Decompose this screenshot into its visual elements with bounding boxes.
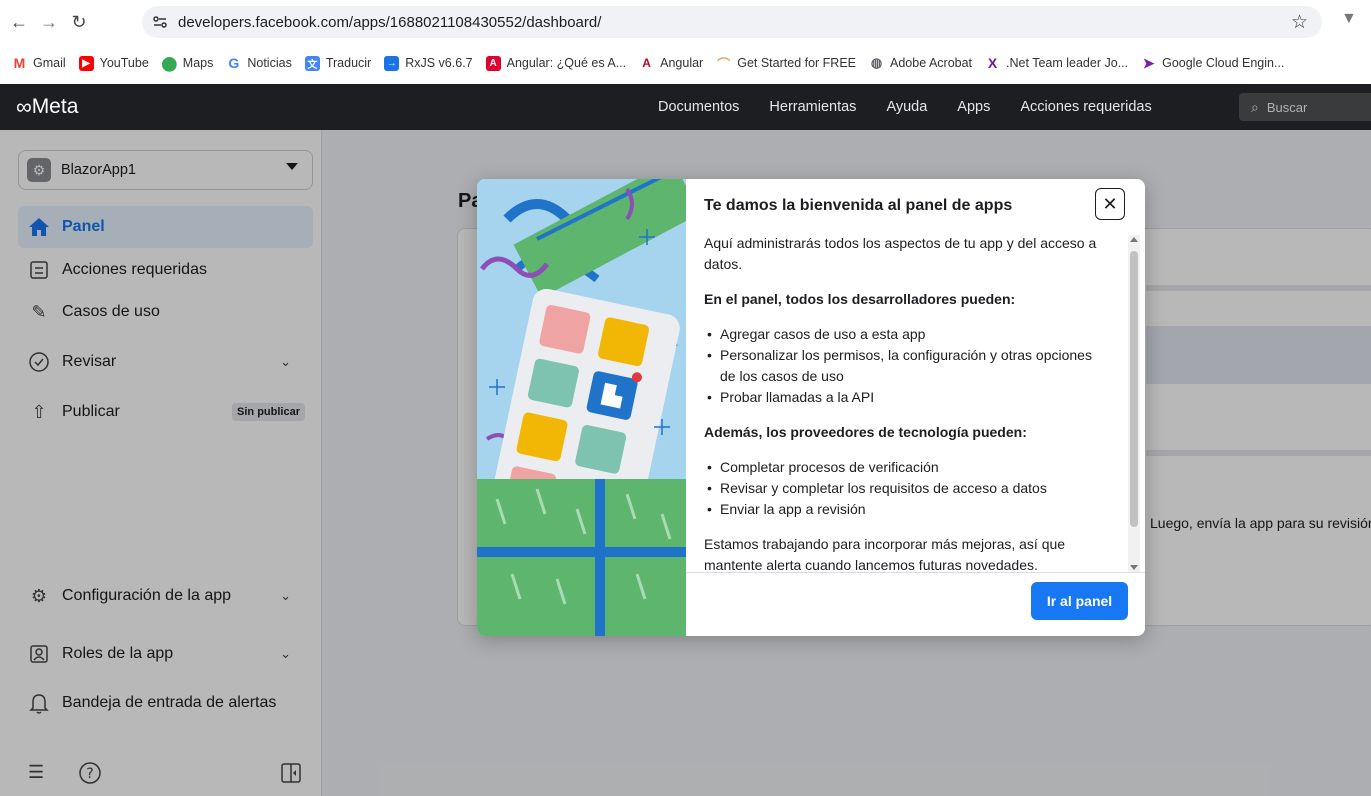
dialog-scrollbar[interactable] — [1128, 235, 1140, 572]
bookmark-gmail[interactable]: M Gmail — [12, 55, 66, 71]
youtube-icon: ▶ — [78, 55, 94, 71]
extension-icon[interactable]: ▼ — [1341, 10, 1357, 28]
arrow-right-icon[interactable]: → — [34, 7, 64, 37]
url-text[interactable]: developers.facebook.com/apps/16880211084… — [178, 14, 601, 31]
bookmark-label: Noticias — [247, 56, 292, 70]
developer-capabilities-list: Agregar casos de uso a esta app Personal… — [704, 324, 1104, 408]
bookmark-angular[interactable]: A Angular — [639, 55, 704, 71]
x-logo-icon: X — [985, 55, 1001, 71]
bookmark-get-started[interactable]: ⌒ Get Started for FREE — [716, 55, 857, 72]
section-title: En el panel, todos los desarrolladores p… — [704, 291, 1016, 307]
provider-capabilities-list: Completar procesos de verificación Revis… — [704, 457, 1104, 520]
bookmark-noticias[interactable]: G Noticias — [226, 55, 292, 71]
search-icon: ⌕ — [1251, 98, 1259, 115]
bookmark-label: Traducir — [325, 56, 372, 70]
bookmark-label: Google Cloud Engin... — [1162, 56, 1285, 70]
close-icon: ✕ — [1102, 193, 1118, 214]
bookmark-label: Angular: ¿Qué es A... — [506, 56, 627, 70]
infinity-icon: ∞ — [16, 94, 32, 119]
nav-links: Documentos Herramientas Ayuda Apps Accio… — [658, 84, 1182, 130]
list-item: Probar llamadas a la API — [704, 387, 1104, 408]
bookmark-traducir[interactable]: 文 Traducir — [304, 55, 372, 71]
bookmark-rxjs[interactable]: → RxJS v6.6.7 — [384, 55, 473, 71]
scroll-up-icon[interactable] — [1130, 237, 1138, 242]
bookmark-angular-que-es[interactable]: A Angular: ¿Qué es A... — [485, 55, 627, 71]
translate-icon: 文 — [304, 55, 320, 71]
bookmark-label: Gmail — [33, 56, 66, 70]
nav-link-acciones-requeridas[interactable]: Acciones requeridas — [1020, 99, 1151, 115]
google-icon: G — [226, 55, 242, 71]
gift-illustration — [477, 179, 701, 636]
address-bar[interactable]: developers.facebook.com/apps/16880211084… — [142, 6, 1322, 38]
bookmark-label: Maps — [182, 56, 214, 70]
bookmark-label: RxJS v6.6.7 — [405, 56, 473, 70]
search-input[interactable]: ⌕ Buscar — [1239, 93, 1371, 121]
rainbow-icon: ⌒ — [716, 55, 732, 72]
dialog-intro: Aquí administrarás todos los aspectos de… — [704, 235, 1097, 272]
meta-logo-text: Meta — [31, 95, 79, 118]
bookmark-adobe[interactable]: ◍ Adobe Acrobat — [869, 55, 973, 71]
search-placeholder: Buscar — [1266, 99, 1308, 115]
globe-icon: ◍ — [869, 55, 885, 71]
list-item: Revisar y completar los requisitos de ac… — [704, 478, 1104, 499]
bookmark-label: YouTube — [99, 56, 149, 70]
meta-top-nav: ∞ Meta Documentos Herramientas Ayuda App… — [0, 84, 1371, 130]
bookmark-maps[interactable]: ⬤ Maps — [161, 54, 214, 71]
dialog-body: Aquí administrarás todos los aspectos de… — [704, 233, 1104, 572]
reload-icon[interactable]: ↻ — [64, 7, 94, 37]
list-item: Agregar casos de uso a esta app — [704, 324, 1104, 345]
nav-link-apps[interactable]: Apps — [957, 99, 990, 115]
bookmarks-bar: M Gmail ▶ YouTube ⬤ Maps G Noticias 文 Traduci… — [0, 44, 1371, 82]
dialog-divider — [686, 572, 1145, 573]
meta-logo[interactable]: ∞ Meta — [16, 94, 78, 120]
go-to-panel-button[interactable]: Ir al panel — [1031, 582, 1128, 620]
nav-link-herramientas[interactable]: Herramientas — [769, 99, 856, 115]
dialog-title: Te damos la bienvenida al panel de apps — [704, 197, 1013, 214]
browser-toolbar: ← → ↻ developers.facebook.com/apps/16880… — [0, 0, 1371, 44]
angular-icon: A — [485, 55, 501, 71]
list-item: Enviar la app a revisión — [704, 499, 1104, 520]
bookmark-label: Get Started for FREE — [737, 56, 857, 70]
bookmark-label: Angular — [660, 56, 704, 70]
bookmark-net-team[interactable]: X .Net Team leader Jo... — [985, 55, 1129, 71]
maps-icon: ⬤ — [161, 54, 178, 71]
bookmark-label: Adobe Acrobat — [890, 56, 973, 70]
section-title: Además, los proveedores de tecnología pu… — [704, 424, 1027, 440]
play-icon: ➤ — [1141, 54, 1157, 71]
scroll-thumb[interactable] — [1130, 251, 1138, 527]
list-item: Personalizar los permisos, la configurac… — [704, 345, 1104, 387]
angular-icon: A — [639, 55, 655, 71]
nav-link-documentos[interactable]: Documentos — [658, 99, 739, 115]
scroll-down-icon[interactable] — [1130, 565, 1138, 570]
site-info-icon[interactable] — [146, 8, 174, 36]
dialog-closing: Estamos trabajando para incorporar más m… — [704, 536, 1066, 572]
bookmark-youtube[interactable]: ▶ YouTube — [78, 55, 149, 71]
nav-link-ayuda[interactable]: Ayuda — [886, 99, 927, 115]
bookmark-label: .Net Team leader Jo... — [1006, 56, 1129, 70]
close-button[interactable]: ✕ — [1095, 188, 1125, 220]
welcome-dialog: Te damos la bienvenida al panel de apps … — [477, 179, 1145, 636]
bookmark-google-cloud[interactable]: ➤ Google Cloud Engin... — [1141, 54, 1285, 71]
gmail-icon: M — [12, 55, 27, 71]
arrow-left-icon[interactable]: ← — [4, 7, 34, 37]
list-item: Completar procesos de verificación — [704, 457, 1104, 478]
rxjs-icon: → — [384, 55, 400, 71]
star-icon[interactable]: ☆ — [1291, 11, 1308, 34]
